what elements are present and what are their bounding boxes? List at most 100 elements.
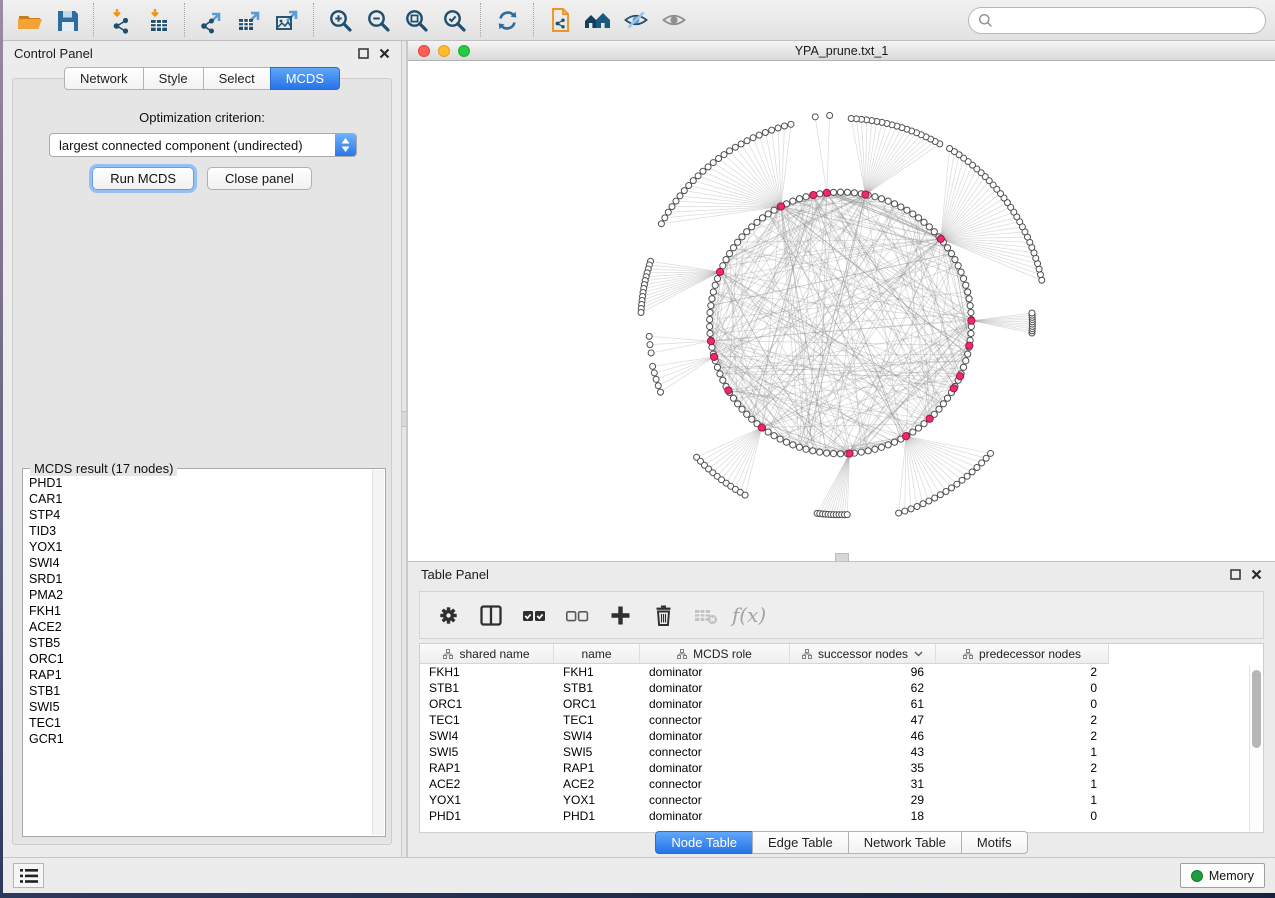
splitter-grip[interactable] [402,411,406,427]
table-row-STB1[interactable]: STB1STB1dominator620 [420,680,1263,696]
cell-mcds_role: connector [640,713,790,727]
import-table-button[interactable] [139,4,177,36]
hide-graphics-details-button[interactable] [617,4,655,36]
delete-entry-button[interactable] [650,602,676,628]
table-scrollbar-thumb[interactable] [1252,670,1261,748]
table-tab-edge-table[interactable]: Edge Table [752,831,849,854]
refresh-layout-button[interactable] [488,4,526,36]
refresh-icon [494,7,521,34]
table-row-FKH1[interactable]: FKH1FKH1dominator962 [420,664,1263,680]
window-close-button[interactable] [418,45,430,57]
memory-button[interactable]: Memory [1180,863,1265,888]
export-table-button[interactable] [230,4,268,36]
window-minimize-button[interactable] [438,45,450,57]
tab-select[interactable]: Select [203,67,271,90]
mcds-result-item[interactable]: SWI5 [29,699,372,715]
mcds-result-item[interactable]: ACE2 [29,619,372,635]
mcds-result-item[interactable]: TEC1 [29,715,372,731]
mcds-result-item[interactable]: ORC1 [29,651,372,667]
column-header-shared-name[interactable]: shared name [420,644,554,663]
save-session-button[interactable] [48,4,86,36]
table-scrollbar[interactable] [1249,665,1262,831]
table-row-ACE2[interactable]: ACE2ACE2connector311 [420,776,1263,792]
float-panel-icon[interactable] [1230,569,1241,580]
zoom-fit-button[interactable] [397,4,435,36]
table-row-RAP1[interactable]: RAP1RAP1dominator352 [420,760,1263,776]
float-panel-icon[interactable] [358,48,369,59]
select-all-button[interactable] [521,602,547,628]
cell-successor_nodes: 29 [790,793,936,807]
cell-mcds_role: connector [640,793,790,807]
column-header-mcds-role[interactable]: MCDS role [640,644,790,663]
mcds-result-item[interactable]: SRD1 [29,571,372,587]
deselect-all-button[interactable] [564,602,590,628]
share-network-document-button[interactable] [541,4,579,36]
table-row-SWI5[interactable]: SWI5SWI5connector431 [420,744,1263,760]
function-builder-button[interactable]: f(x) [736,602,762,628]
cell-successor_nodes: 96 [790,665,936,679]
table-tab-motifs[interactable]: Motifs [961,831,1028,854]
mcds-result-item[interactable]: SWI4 [29,555,372,571]
network-canvas[interactable] [408,61,1275,561]
zoom-out-button[interactable] [359,4,397,36]
zoom-selected-button[interactable] [435,4,473,36]
mcds-list-scrollbar[interactable] [372,470,384,835]
mcds-result-item[interactable]: CAR1 [29,491,372,507]
mcds-result-list[interactable]: PHD1CAR1STP4TID3YOX1SWI4SRD1PMA2FKH1ACE2… [23,471,372,834]
delete-table-button[interactable] [693,602,719,628]
zoom-selected-icon [441,7,468,34]
table-row-ORC1[interactable]: ORC1ORC1dominator610 [420,696,1263,712]
table-row-PHD1[interactable]: PHD1PHD1dominator180 [420,808,1263,824]
close-panel-button[interactable]: Close panel [207,167,312,190]
show-columns-button[interactable] [478,602,504,628]
zoom-in-button[interactable] [321,4,359,36]
network-view-window: YPA_prune.txt_1 [407,41,1275,561]
mcds-result-item[interactable]: STB5 [29,635,372,651]
table-row-YOX1[interactable]: YOX1YOX1connector291 [420,792,1263,808]
table-tab-node-table[interactable]: Node Table [655,831,753,854]
close-panel-icon[interactable] [1251,569,1262,580]
plus-icon [609,604,632,627]
window-zoom-button[interactable] [458,45,470,57]
mcds-result-item[interactable]: STP4 [29,507,372,523]
cell-predecessor_nodes: 0 [936,697,1109,711]
cell-predecessor_nodes: 2 [936,761,1109,775]
network-overview-button[interactable] [579,4,617,36]
column-header-name[interactable]: name [554,644,640,663]
table-settings-button[interactable] [435,602,461,628]
mcds-result-item[interactable]: PHD1 [29,475,372,491]
search-box[interactable] [968,7,1266,34]
mcds-result-item[interactable]: STB1 [29,683,372,699]
mcds-result-item[interactable]: GCR1 [29,731,372,747]
toolbar-group-view [533,3,700,37]
search-input[interactable] [993,12,1256,29]
mcds-result-item[interactable]: RAP1 [29,667,372,683]
add-entry-button[interactable] [607,602,633,628]
automation-panel-button[interactable] [13,863,44,888]
table-row-SWI4[interactable]: SWI4SWI4dominator462 [420,728,1263,744]
export-image-button[interactable] [268,4,306,36]
cell-shared_name: YOX1 [420,793,554,807]
mcds-result-item[interactable]: TID3 [29,523,372,539]
cell-shared_name: STB1 [420,681,554,695]
table-row-TEC1[interactable]: TEC1TEC1connector472 [420,712,1263,728]
mcds-result-item[interactable]: YOX1 [29,539,372,555]
cell-name: ACE2 [554,777,640,791]
tab-network[interactable]: Network [64,67,144,90]
mcds-result-item[interactable]: FKH1 [29,603,372,619]
export-network-button[interactable] [192,4,230,36]
tab-mcds[interactable]: MCDS [270,67,340,90]
criterion-dropdown[interactable]: largest connected component (undirected) [49,133,357,157]
show-graphics-details-button[interactable] [655,4,693,36]
open-file-button[interactable] [10,4,48,36]
column-header-successor-nodes[interactable]: successor nodes [790,644,936,663]
cell-mcds_role: dominator [640,761,790,775]
import-network-button[interactable] [101,4,139,36]
table-tab-network-table[interactable]: Network Table [848,831,962,854]
close-panel-icon[interactable] [379,48,390,59]
node-table[interactable]: shared namenameMCDS rolesuccessor nodesp… [419,643,1264,833]
run-mcds-button[interactable]: Run MCDS [92,167,194,190]
column-header-predecessor-nodes[interactable]: predecessor nodes [936,644,1109,663]
mcds-result-item[interactable]: PMA2 [29,587,372,603]
tab-style[interactable]: Style [143,67,204,90]
